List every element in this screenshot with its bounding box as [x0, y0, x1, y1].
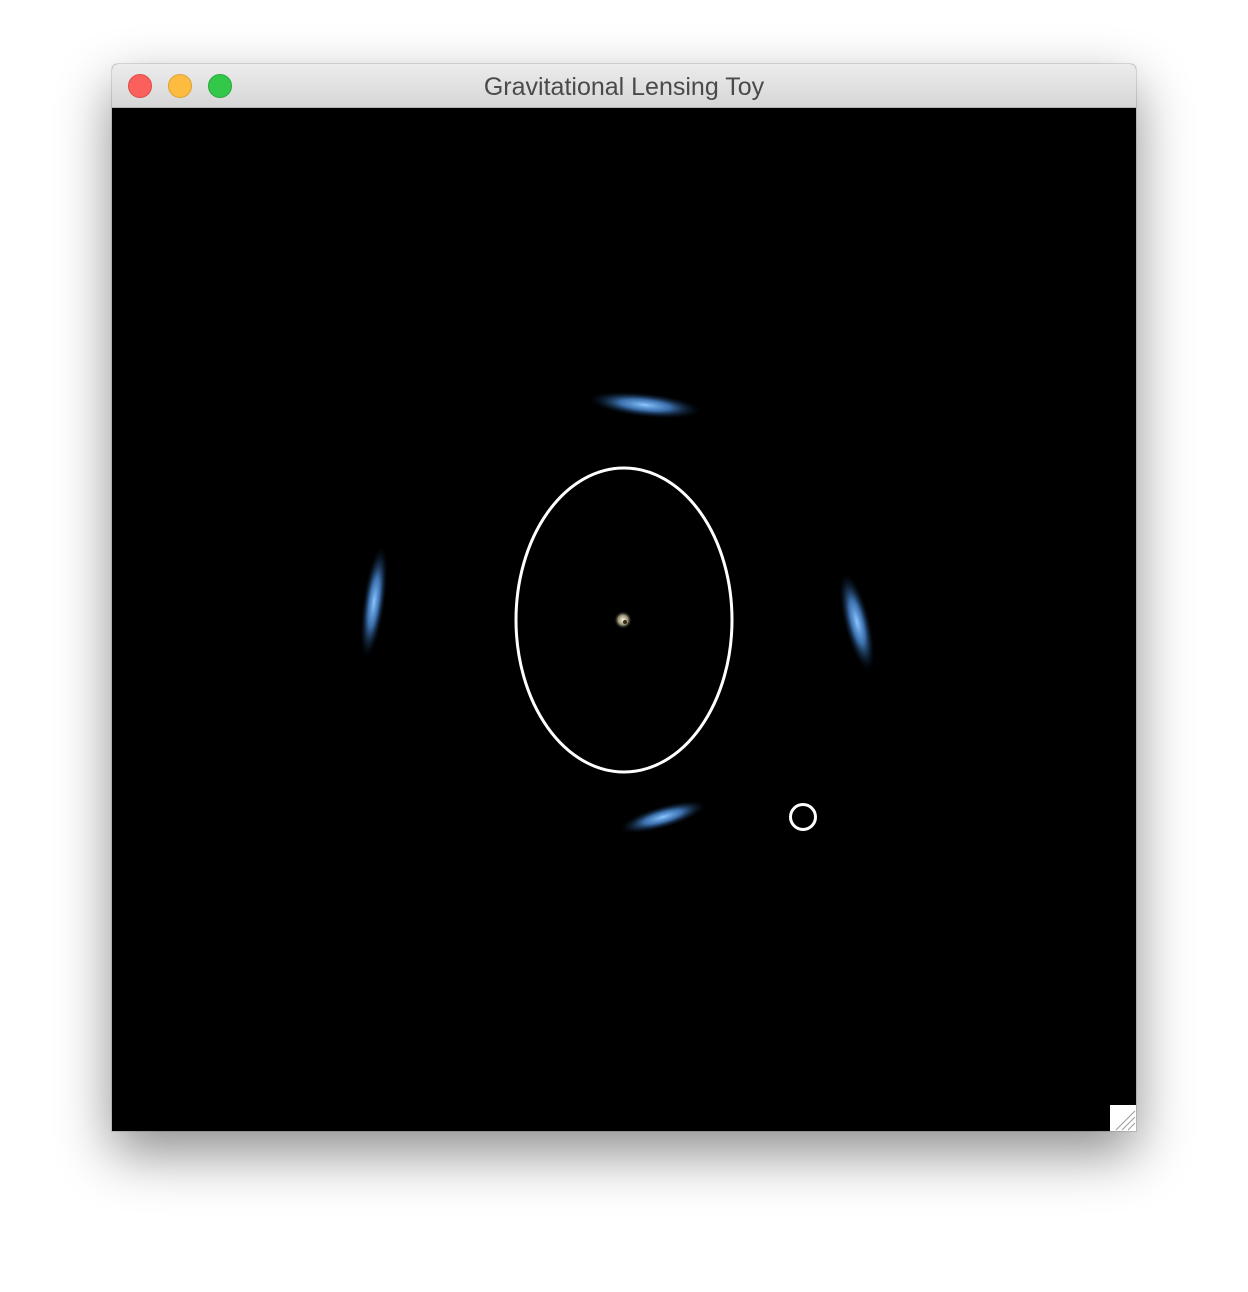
resize-grip-icon[interactable] — [1110, 1105, 1136, 1131]
lens-center-dot — [623, 620, 627, 624]
lensing-scene — [360, 391, 875, 834]
lensed-image-top — [589, 391, 701, 419]
lensing-canvas[interactable] — [112, 108, 1136, 1131]
app-window: Gravitational Lensing Toy — [112, 64, 1136, 1131]
source-marker[interactable] — [789, 803, 817, 831]
lensed-image-right — [839, 573, 875, 671]
lens-center — [614, 611, 632, 629]
lensed-image-bottom — [620, 800, 706, 834]
title-bar[interactable]: Gravitational Lensing Toy — [112, 64, 1136, 108]
lensed-image-left — [360, 546, 388, 658]
window-title: Gravitational Lensing Toy — [483, 73, 765, 101]
